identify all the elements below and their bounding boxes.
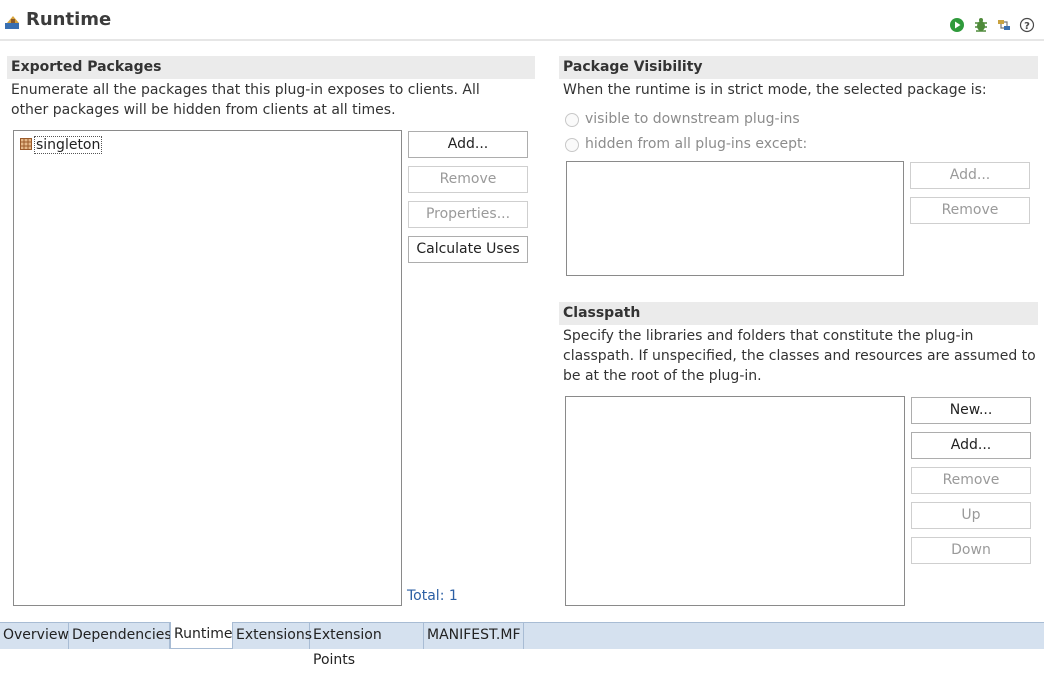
package-icon [20,138,32,150]
exported-packages-description: Enumerate all the packages that this plu… [11,82,480,118]
classpath-down-button[interactable]: Down [911,537,1031,564]
visibility-remove-button[interactable]: Remove [910,197,1030,224]
package-label: singleton [34,136,103,154]
run-icon[interactable] [949,17,965,33]
visibility-add-button[interactable]: Add... [910,162,1030,189]
classpath-remove-button[interactable]: Remove [911,467,1031,494]
hidden-radio-label: hidden from all plug-ins except: [585,136,808,152]
page-title: Runtime [26,9,112,30]
export-icon[interactable] [996,17,1012,33]
calculate-uses-button[interactable]: Calculate Uses [408,236,528,263]
classpath-list[interactable] [565,396,905,606]
tab-runtime[interactable]: Runtime [170,622,233,649]
classpath-description: Specify the libraries and folders that c… [563,328,1036,384]
package-visibility-header: Package Visibility [559,56,1038,79]
classpath-header: Classpath [559,302,1038,325]
total-count: Total: 1 [407,588,458,604]
classpath-new-button[interactable]: New... [911,397,1031,424]
tab-extensions[interactable]: Extensions [233,623,312,649]
visible-radio-label: visible to downstream plug-ins [585,111,800,127]
tab-dependencies[interactable]: Dependencies [69,623,172,649]
exported-properties-button[interactable]: Properties... [408,201,528,228]
classpath-up-button[interactable]: Up [911,502,1031,529]
visibility-plugins-list[interactable] [566,161,904,276]
tab-extension-points[interactable]: Extension Points [310,623,424,668]
exported-add-button[interactable]: Add... [408,131,528,158]
visible-radio[interactable] [565,113,579,127]
list-item[interactable]: singleton [20,136,103,154]
hidden-radio[interactable] [565,138,579,152]
tab-manifest[interactable]: MANIFEST.MF [424,623,524,649]
classpath-add-button[interactable]: Add... [911,432,1031,459]
tab-overview[interactable]: Overview [0,623,69,649]
exported-packages-header: Exported Packages [7,56,535,79]
runtime-icon [5,16,19,29]
exported-packages-list[interactable]: singleton [13,130,402,606]
debug-icon[interactable] [973,17,989,33]
editor-tab-bar: Overview Dependencies Runtime Extensions… [0,622,1044,668]
svg-text:?: ? [1024,21,1030,32]
header-divider [0,39,1044,41]
help-icon[interactable]: ? [1019,17,1035,33]
exported-remove-button[interactable]: Remove [408,166,528,193]
package-visibility-description: When the runtime is in strict mode, the … [563,82,987,98]
